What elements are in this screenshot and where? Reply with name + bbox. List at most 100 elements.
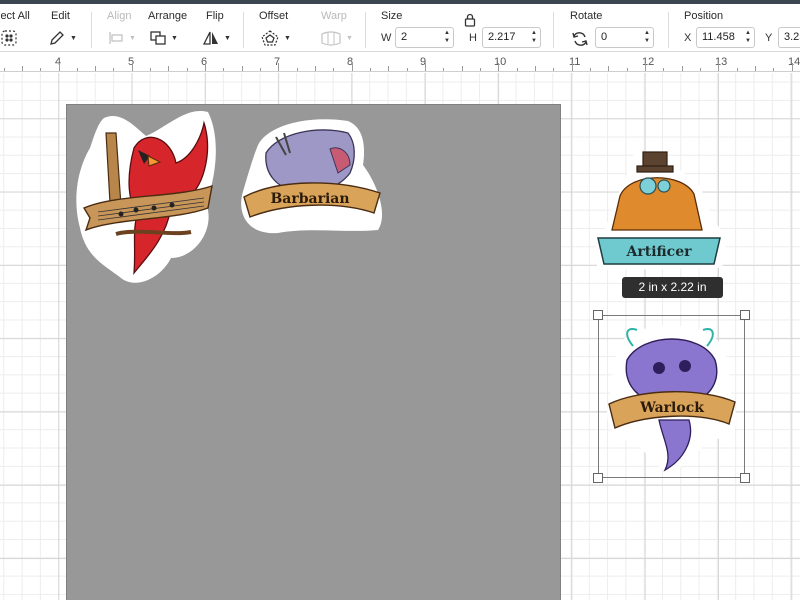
arrange-icon <box>150 31 166 45</box>
ruler-tick <box>608 66 610 71</box>
ruler-tick <box>553 68 555 71</box>
ruler-tick <box>443 68 445 71</box>
ruler-tick <box>168 66 170 71</box>
cardinal-sticker[interactable] <box>76 108 218 288</box>
resize-handle-bottom-left[interactable] <box>593 473 603 483</box>
ruler-tick <box>370 68 372 71</box>
toolbar-divider <box>365 12 366 48</box>
select-all-button[interactable] <box>0 28 18 48</box>
x-value: 11.458 <box>702 31 735 43</box>
y-position-field[interactable]: 3.25 <box>778 27 800 48</box>
height-stepper[interactable]: ▲ ▼ <box>530 30 538 45</box>
ruler-number: 6 <box>201 56 208 68</box>
ruler-tick <box>260 68 262 71</box>
ruler-tick <box>754 66 756 71</box>
ruler-tick <box>388 66 390 71</box>
selection-box[interactable] <box>593 310 750 483</box>
ruler-tick <box>461 66 463 71</box>
ruler-tick <box>315 66 317 71</box>
warp-button[interactable]: ▼ <box>320 28 353 48</box>
rotate-label: Rotate <box>570 10 603 22</box>
size-tooltip: 2 in x 2.22 in <box>622 277 723 298</box>
offset-label: Offset <box>259 10 289 22</box>
ruler-tick <box>681 66 683 71</box>
ruler-tick <box>626 68 628 71</box>
height-value: 2.217 <box>488 31 516 43</box>
width-label: W <box>381 32 392 44</box>
ruler-tick <box>205 63 207 71</box>
flip-label: Flip <box>206 10 224 22</box>
toolbar-divider <box>553 12 554 48</box>
ruler-number: 12 <box>642 56 655 68</box>
horizontal-ruler: 4 5 6 7 8 9 10 11 12 13 14 <box>0 53 800 72</box>
ruler-tick <box>773 68 775 71</box>
ruler-tick <box>76 68 78 71</box>
edit-toolbar: lect All Edit ▼ Align ▼ Arrange ▼ Flip ▼… <box>0 4 800 52</box>
ruler-tick <box>223 68 225 71</box>
ruler-tick <box>736 68 738 71</box>
chevron-down-icon: ▼ <box>70 34 77 42</box>
chevron-down-icon: ▼ <box>346 34 353 42</box>
arrange-button[interactable]: ▼ <box>149 28 178 48</box>
resize-handle-top-left[interactable] <box>593 310 603 320</box>
ruler-tick <box>644 63 646 71</box>
ruler-tick <box>131 63 133 71</box>
ruler-number: 14 <box>788 56 800 68</box>
width-stepper[interactable]: ▲ ▼ <box>443 30 451 45</box>
chevron-down-icon: ▼ <box>224 34 231 42</box>
warp-label: Warp <box>321 10 347 22</box>
chevron-down-icon: ▼ <box>284 34 291 42</box>
height-field[interactable]: 2.217 ▲ ▼ <box>482 27 541 48</box>
toolbar-divider <box>243 12 244 48</box>
barbarian-sticker[interactable]: Barbarian <box>238 115 386 235</box>
warp-icon <box>321 31 341 46</box>
ruler-tick <box>351 63 353 71</box>
ruler-number: 13 <box>715 56 728 68</box>
chevron-down-icon: ▼ <box>129 34 136 42</box>
x-stepper[interactable]: ▲ ▼ <box>744 30 752 45</box>
ruler-tick <box>718 63 720 71</box>
ruler-tick <box>663 68 665 71</box>
ruler-tick <box>95 66 97 71</box>
flip-icon <box>202 31 218 45</box>
ruler-tick <box>498 63 500 71</box>
resize-handle-top-right[interactable] <box>740 310 750 320</box>
ruler-number: 10 <box>494 56 507 68</box>
ruler-tick <box>21 66 23 71</box>
ruler-tick <box>58 63 60 71</box>
ruler-tick <box>534 66 536 71</box>
barbarian-text: Barbarian <box>270 191 349 207</box>
rotate-stepper[interactable]: ▲ ▼ <box>643 30 651 45</box>
ruler-tick <box>186 68 188 71</box>
y-label: Y <box>765 32 773 44</box>
align-button[interactable]: ▼ <box>107 28 136 48</box>
pencil-icon <box>50 31 64 45</box>
flip-button[interactable]: ▼ <box>202 28 231 48</box>
offset-button[interactable]: ▼ <box>260 28 291 48</box>
x-position-field[interactable]: 11.458 ▲ ▼ <box>696 27 755 48</box>
ruler-tick <box>406 68 408 71</box>
rotate-field[interactable]: 0 ▲ ▼ <box>595 27 654 48</box>
rotate-value: 0 <box>601 31 608 43</box>
y-value: 3.25 <box>784 31 800 43</box>
select-all-icon <box>1 30 17 46</box>
ruler-tick <box>3 68 5 71</box>
resize-handle-bottom-right[interactable] <box>740 473 750 483</box>
artificer-text: Artificer <box>625 244 692 260</box>
edit-button[interactable]: ▼ <box>48 28 77 48</box>
chevron-down-icon: ▼ <box>171 34 178 42</box>
ruler-tick <box>113 68 115 71</box>
size-label: Size <box>381 10 403 22</box>
ruler-tick <box>516 68 518 71</box>
lock-icon[interactable] <box>464 13 476 27</box>
align-label: Align <box>107 10 132 22</box>
width-field[interactable]: 2 ▲ ▼ <box>395 27 454 48</box>
ruler-tick <box>333 68 335 71</box>
ruler-tick <box>278 63 280 71</box>
arrange-label: Arrange <box>148 10 188 22</box>
artificer-sticker[interactable]: Artificer <box>590 146 730 274</box>
select-all-label: lect All <box>0 10 30 22</box>
toolbar-divider <box>91 12 92 48</box>
position-label: Position <box>684 10 724 22</box>
ruler-tick <box>150 68 152 71</box>
